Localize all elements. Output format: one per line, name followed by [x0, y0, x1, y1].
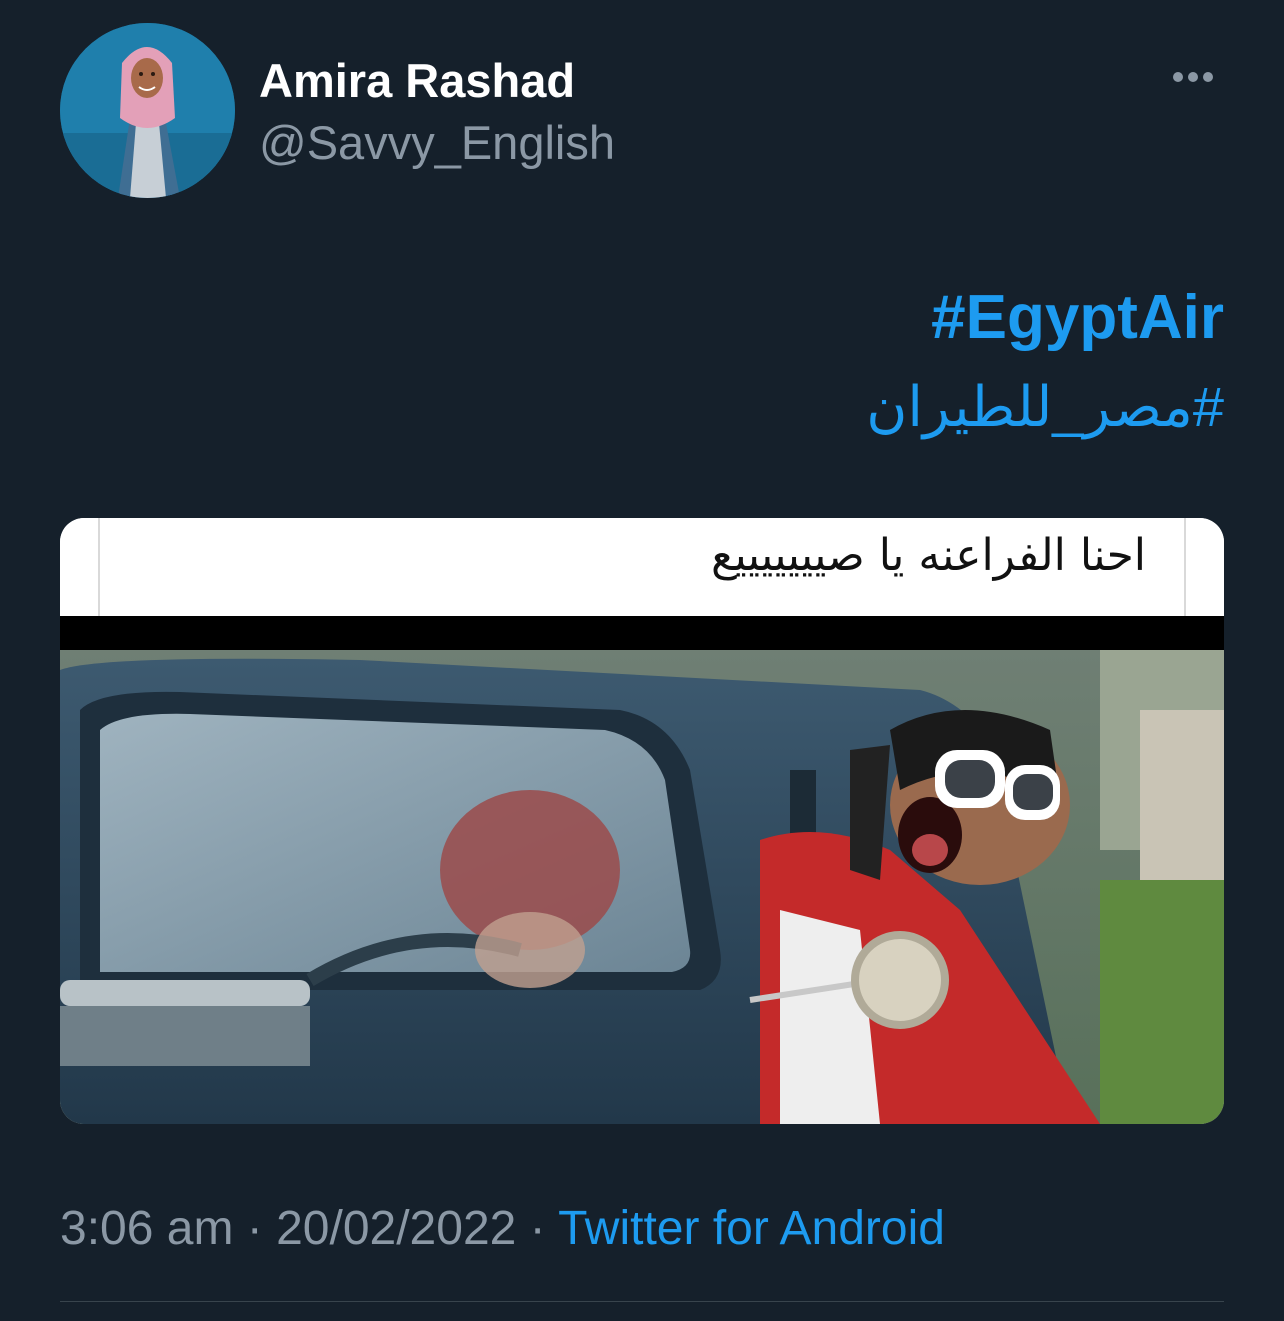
tweet-source-link[interactable]: Twitter for Android — [558, 1202, 945, 1255]
more-options-button[interactable] — [1168, 62, 1228, 92]
meta-separator: · — [233, 1202, 277, 1255]
avatar[interactable] — [60, 23, 235, 198]
hashtag-arabic[interactable]: #مصر_للطيران — [866, 372, 1224, 442]
media-black-bar — [60, 616, 1224, 650]
hashtag-egyptair[interactable]: #EgyptAir — [931, 282, 1224, 354]
tweet-date: 20/02/2022 — [276, 1202, 517, 1255]
author-handle[interactable]: @Savvy_English — [259, 114, 615, 172]
tweet-meta: 3:06 am · 20/02/2022 · Twitter for Andro… — [60, 1198, 945, 1260]
meme-photo — [60, 650, 1224, 1124]
media-caption: احنا الفراعنه يا صيييييييع — [711, 530, 1146, 581]
tweet-media-image[interactable]: احنا الفراعنه يا صيييييييع — [60, 518, 1224, 1124]
meta-separator-2: · — [516, 1202, 559, 1255]
divider — [60, 1301, 1224, 1302]
tweet-detail: Amira Rashad @Savvy_English #EgyptAir #م… — [0, 0, 1284, 1321]
author-name[interactable]: Amira Rashad — [259, 52, 575, 110]
more-horizontal-icon — [1173, 72, 1213, 82]
media-caption-band: احنا الفراعنه يا صيييييييع — [60, 518, 1224, 616]
tweet-time: 3:06 am — [60, 1202, 234, 1255]
